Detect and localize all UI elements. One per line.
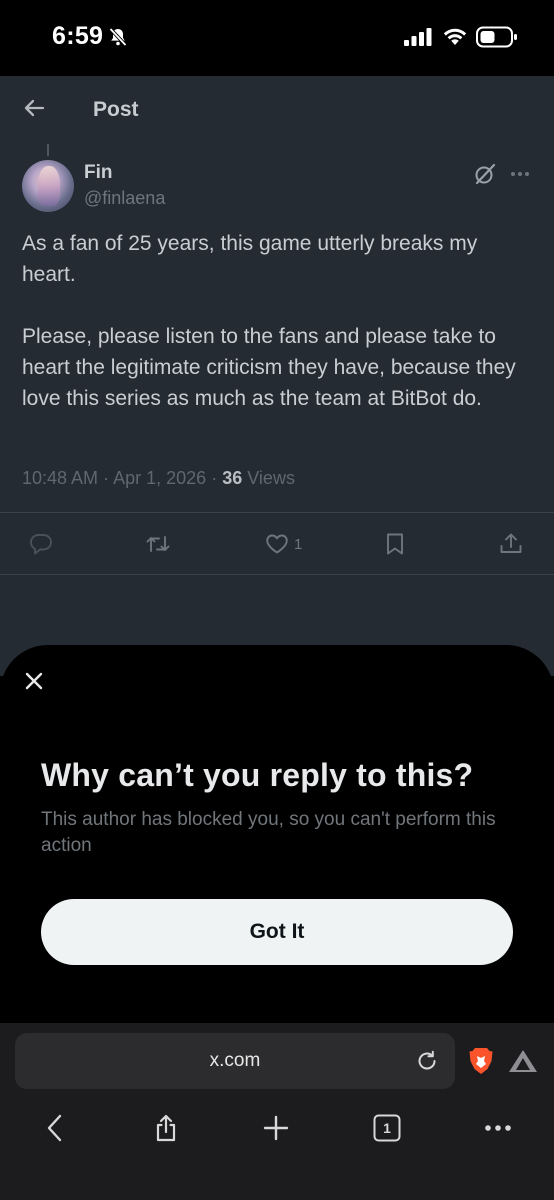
grok-icon[interactable] [473, 162, 497, 186]
url-text: x.com [209, 1050, 261, 1071]
more-dots-icon [485, 1125, 511, 1131]
meta-separator: · [103, 468, 110, 488]
status-bar: 6:59 [0, 0, 554, 76]
chevron-left-icon [47, 1114, 62, 1142]
cellular-signal-icon [404, 28, 432, 46]
share-icon [156, 1114, 176, 1142]
views-count: 36 [222, 468, 243, 488]
tabs-button[interactable]: 1 [370, 1111, 404, 1145]
share-button[interactable] [498, 530, 524, 558]
plus-icon [263, 1115, 289, 1141]
post-text: As a fan of 25 years, this game utterly … [22, 228, 522, 445]
more-dots-icon[interactable] [508, 162, 532, 186]
divider [0, 512, 554, 513]
arrow-left-icon[interactable] [22, 96, 46, 120]
page-title: Post [93, 98, 139, 121]
post-date[interactable]: Apr 1, 2026 [113, 468, 206, 488]
bookmark-icon [387, 533, 403, 555]
post-paragraph: Please, please listen to the fans and pl… [22, 325, 516, 410]
heart-icon [266, 534, 288, 554]
new-tab-button[interactable] [259, 1111, 293, 1145]
author-display-name[interactable]: Fin [84, 162, 113, 184]
repost-button[interactable] [145, 530, 171, 558]
avatar[interactable] [22, 160, 74, 212]
views-label: Views [247, 468, 295, 488]
like-count: 1 [294, 535, 303, 553]
url-bar[interactable]: x.com [15, 1033, 455, 1089]
speech-bubble-icon [30, 534, 52, 555]
post-page: Post Fin @finlaena As a fan of 25 years,… [0, 76, 554, 676]
repost-arrows-icon [146, 536, 170, 552]
sheet-description: This author has blocked you, so you can'… [41, 809, 496, 856]
status-time: 6:59 [52, 22, 104, 50]
meta-separator: · [211, 468, 218, 488]
brave-lion-icon[interactable] [468, 1047, 494, 1075]
wifi-icon [443, 28, 467, 45]
avatar-figure [38, 166, 60, 206]
tab-count: 1 [383, 1120, 391, 1136]
reply-button[interactable] [28, 530, 54, 558]
back-button[interactable] [38, 1111, 72, 1145]
author-handle[interactable]: @finlaena [84, 188, 165, 209]
reload-icon[interactable] [415, 1049, 439, 1073]
aurora-triangle-icon[interactable] [508, 1049, 538, 1073]
reply-restriction-sheet: Why can’t you reply to this? This author… [0, 645, 554, 1023]
post-meta: 10:48 AM · Apr 1, 2026 · 36 Views [22, 468, 295, 489]
bell-slash-icon [109, 27, 127, 47]
browser-toolbar: x.com 1 [0, 1023, 554, 1200]
menu-button[interactable] [481, 1111, 515, 1145]
like-button[interactable]: 1 [264, 530, 302, 558]
got-it-button[interactable]: Got It [41, 899, 513, 965]
post-paragraph: As a fan of 25 years, this game utterly … [22, 232, 478, 286]
post-time[interactable]: 10:48 AM [22, 468, 98, 488]
divider [0, 574, 554, 575]
top-bar: Post [0, 76, 554, 144]
close-icon[interactable] [22, 669, 46, 693]
share-upload-icon [500, 533, 522, 553]
battery-icon [476, 26, 517, 48]
sheet-title: Why can’t you reply to this? [41, 757, 474, 793]
thread-line [47, 144, 49, 156]
share-page-button[interactable] [149, 1111, 183, 1145]
bookmark-button[interactable] [382, 530, 408, 558]
